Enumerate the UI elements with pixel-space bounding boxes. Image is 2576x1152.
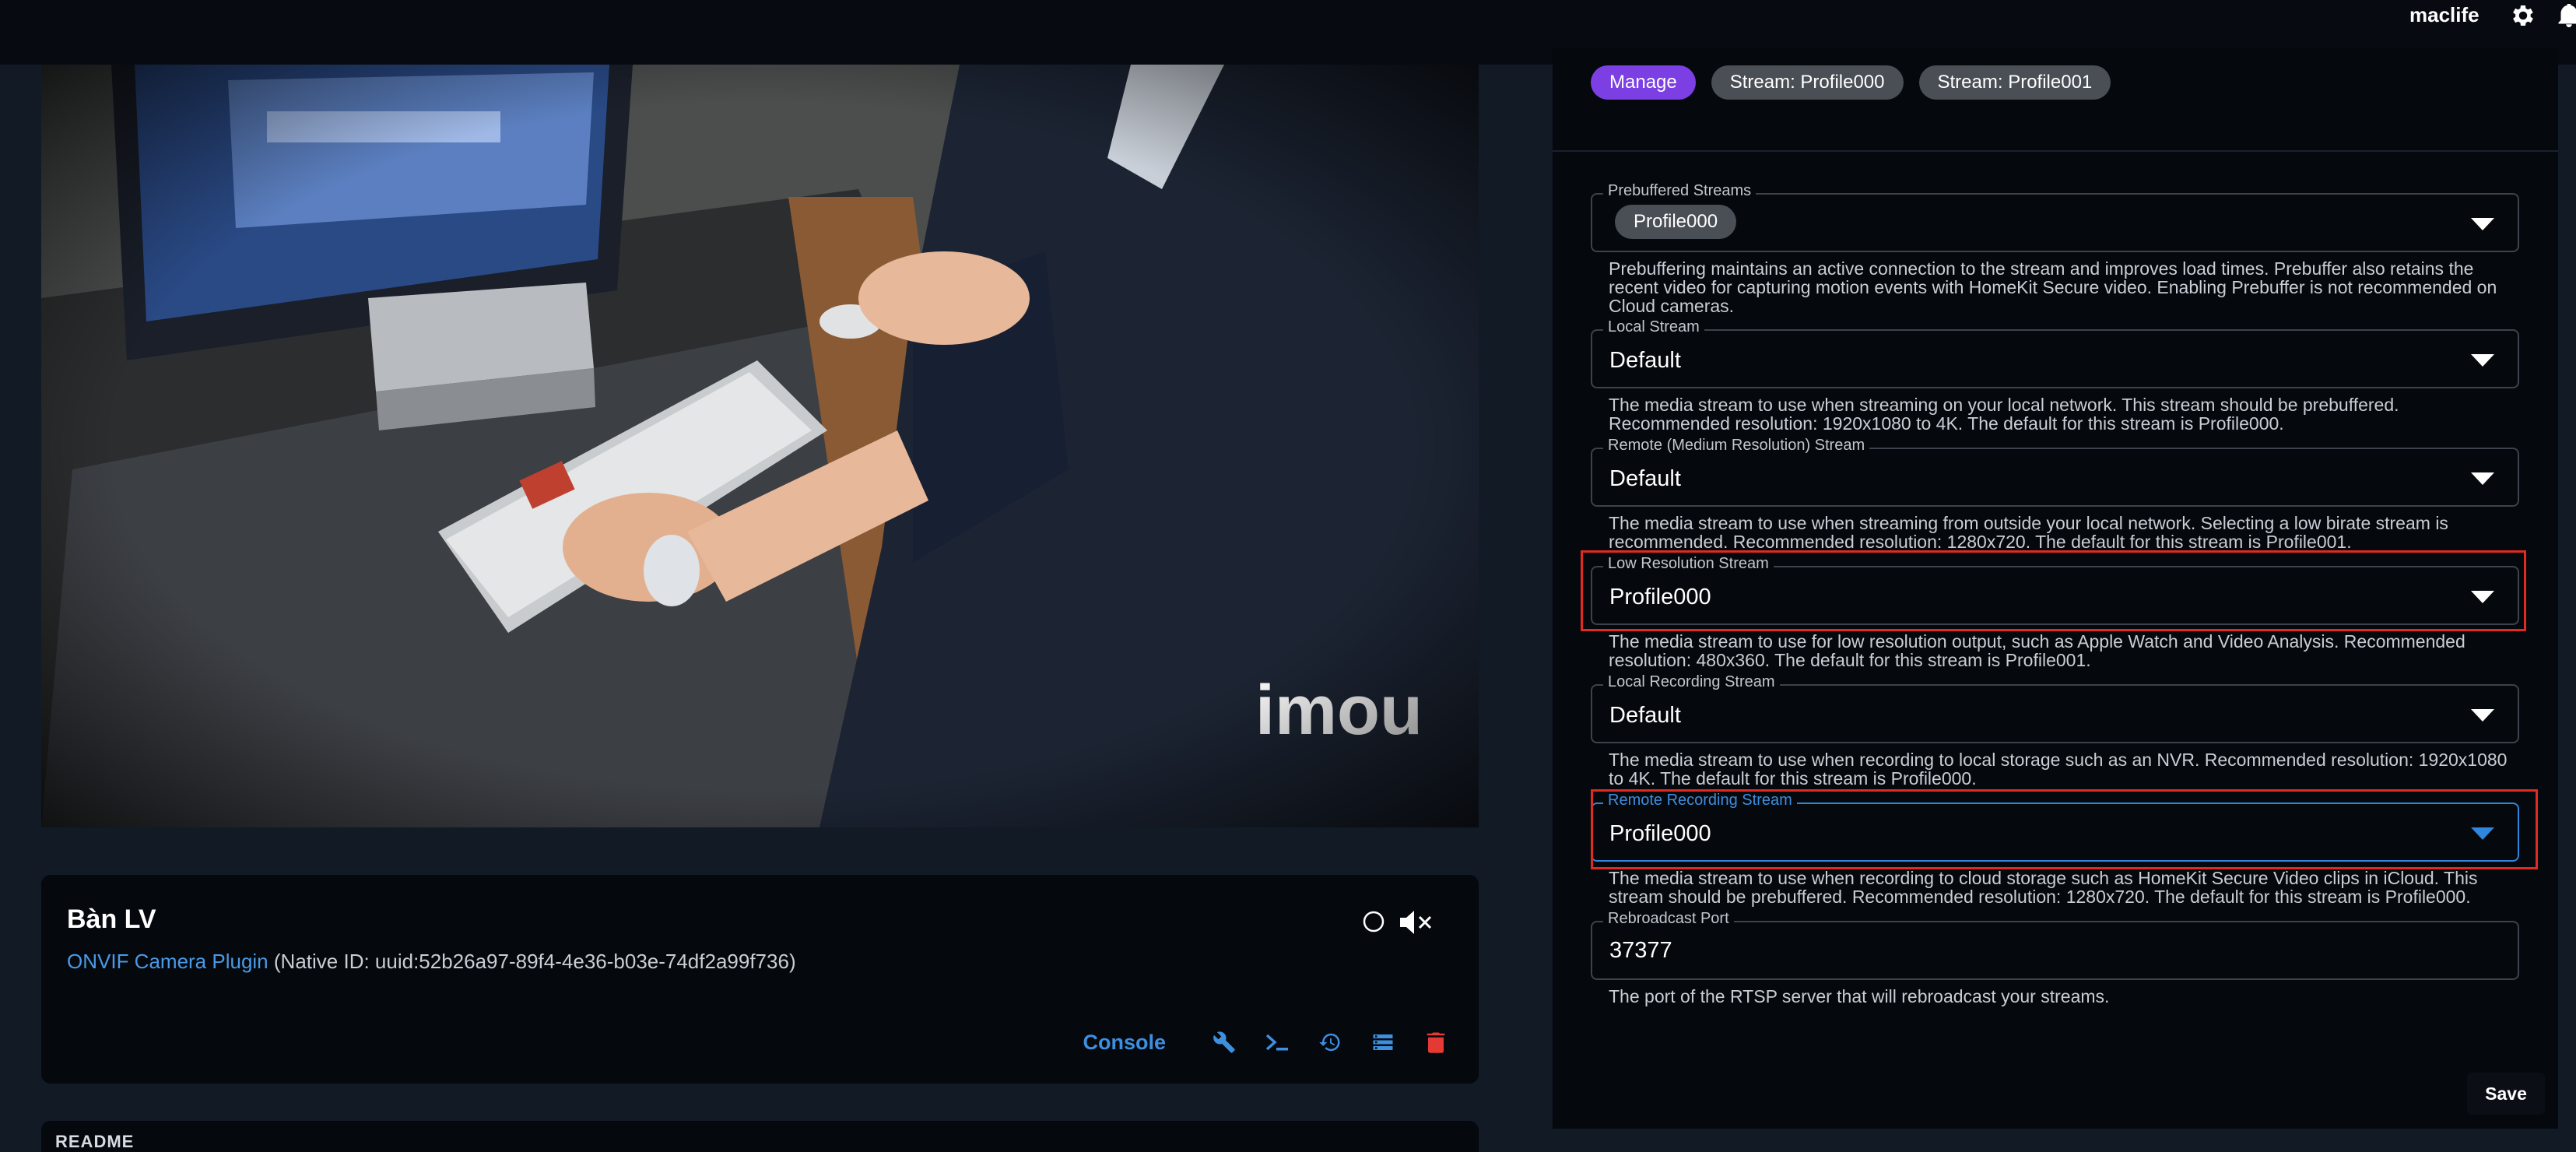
storage-icon[interactable] (1370, 1029, 1396, 1055)
rebroadcast-port-input[interactable]: Rebroadcast Port 37377 (1591, 910, 2519, 980)
low-resolution-stream-help: The media stream to use for low resoluti… (1609, 631, 2465, 670)
remote-stream-help: The media stream to use when streaming f… (1609, 514, 2448, 551)
highlight-box (1581, 550, 2526, 631)
username[interactable]: maclife (2409, 3, 2479, 27)
rebroadcast-port-value: 37377 (1609, 938, 1672, 963)
readme-card: README (41, 1121, 1479, 1152)
device-name: Bàn LV (67, 904, 156, 934)
tab-stream-profile001[interactable]: Stream: Profile001 (1918, 65, 2111, 100)
local-stream-select[interactable]: Local Stream Default (1591, 318, 2519, 388)
console-button[interactable]: Console (1083, 1031, 1166, 1055)
prebuffered-chip[interactable]: Profile000 (1615, 205, 1737, 239)
history-icon[interactable] (1317, 1029, 1343, 1055)
readme-label: README (55, 1132, 135, 1151)
remote-stream-select[interactable]: Remote (Medium Resolution) Stream Defaul… (1591, 437, 2519, 507)
mute-icon[interactable] (1399, 909, 1433, 936)
stream-tabs: Manage Stream: Profile000 Stream: Profil… (1591, 65, 2111, 100)
device-subtitle: ONVIF Camera Plugin (Native ID: uuid:52b… (67, 950, 796, 974)
save-button[interactable]: Save (2467, 1073, 2545, 1115)
local-recording-stream-help: The media stream to use when recording t… (1609, 750, 2508, 788)
camera-video-feed[interactable]: imou (41, 65, 1479, 827)
local-recording-stream-select[interactable]: Local Recording Stream Default (1591, 673, 2519, 743)
local-stream-value: Default (1609, 348, 1681, 373)
tab-stream-profile000[interactable]: Stream: Profile000 (1711, 65, 1904, 100)
rebroadcast-port-label: Rebroadcast Port (1603, 910, 1734, 928)
remote-stream-value: Default (1609, 466, 1681, 491)
local-recording-stream-label: Local Recording Stream (1603, 673, 1780, 691)
remote-stream-label: Remote (Medium Resolution) Stream (1603, 437, 1870, 455)
local-recording-stream-value: Default (1609, 703, 1681, 728)
gear-icon[interactable] (2509, 2, 2537, 30)
divider (1553, 150, 2558, 152)
prebuffered-streams-label: Prebuffered Streams (1603, 182, 1757, 200)
chevron-down-icon (2471, 218, 2494, 230)
highlight-box (1591, 789, 2538, 869)
plugin-link[interactable]: ONVIF Camera Plugin (67, 950, 268, 973)
native-id: (Native ID: uuid:52b26a97-89f4-4e36-b03e… (273, 950, 796, 973)
status-circle-icon[interactable] (1363, 911, 1385, 932)
chevron-down-icon (2471, 472, 2494, 485)
local-stream-help: The media stream to use when streaming o… (1609, 395, 2399, 434)
device-actions: Console (1083, 1029, 1449, 1055)
chevron-down-icon (2471, 354, 2494, 367)
tab-manage[interactable]: Manage (1591, 65, 1696, 100)
wrench-icon[interactable] (1211, 1029, 1237, 1055)
rebroadcast-port-help: The port of the RTSP server that will re… (1609, 986, 2110, 1006)
trash-icon[interactable] (1423, 1029, 1449, 1055)
device-info-card: Bàn LV ONVIF Camera Plugin (Native ID: u… (41, 875, 1479, 1084)
local-stream-label: Local Stream (1603, 318, 1704, 336)
terminal-icon[interactable] (1264, 1029, 1290, 1055)
chevron-down-icon (2471, 709, 2494, 722)
prebuffered-help: Prebuffering maintains an active connect… (1609, 258, 2497, 316)
remote-recording-stream-help: The media stream to use when recording t… (1609, 868, 2478, 907)
bell-icon[interactable] (2557, 2, 2576, 30)
